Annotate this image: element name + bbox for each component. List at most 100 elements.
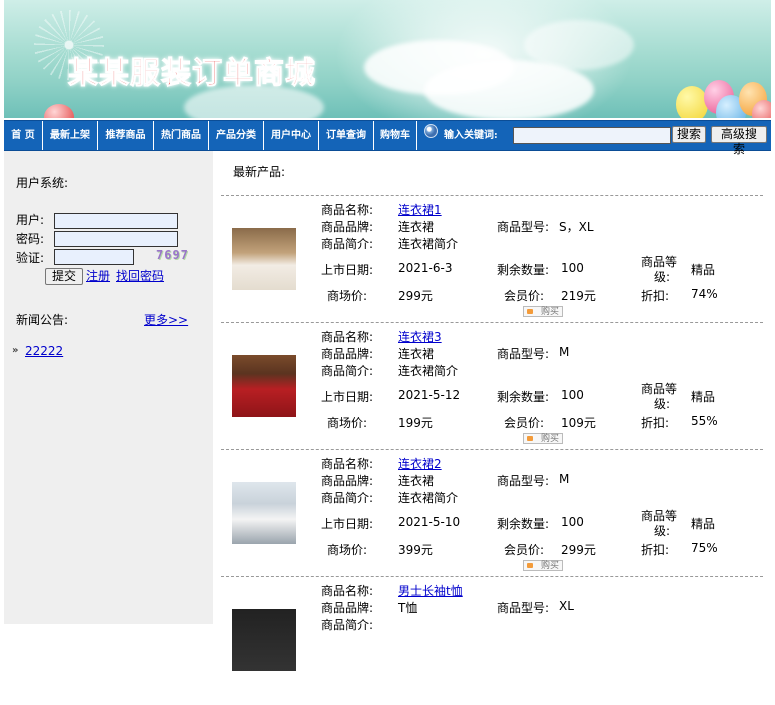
divider	[221, 195, 763, 196]
product-stock-label: 剩余数量:	[497, 517, 550, 531]
search-input[interactable]	[513, 127, 671, 144]
buy-button[interactable]: 购买	[523, 433, 563, 444]
product-name-label: 商品名称:	[321, 457, 374, 471]
product-item: 商品名称: 连衣裙3 商品品牌: 连衣裙 商品型号: M 商品简介: 连衣裙简介…	[221, 324, 763, 451]
product-model: XL	[559, 599, 574, 613]
product-brand: 连衣裙	[398, 347, 435, 361]
product-grade-label-line2: 级:	[654, 524, 671, 538]
divider	[221, 576, 763, 577]
product-grade: 精品	[691, 517, 716, 531]
market-price: 399元	[398, 543, 433, 557]
product-grade: 精品	[691, 390, 716, 404]
product-brand: 连衣裙	[398, 474, 435, 488]
member-price-label: 会员价:	[504, 289, 545, 303]
buy-button[interactable]: 购买	[523, 560, 563, 571]
nav-new-arrivals[interactable]: 最新上架	[43, 121, 98, 150]
nav-cart[interactable]: 购物车	[374, 121, 417, 150]
product-model-label: 商品型号:	[497, 220, 550, 234]
product-model-label: 商品型号:	[497, 347, 550, 361]
news-more-link[interactable]: 更多>>	[144, 311, 188, 328]
product-intro: 连衣裙简介	[398, 491, 459, 505]
product-grade-label-line2: 级:	[654, 397, 671, 411]
recover-password-link[interactable]: 找回密码	[116, 267, 164, 284]
market-price-label: 商场价:	[327, 416, 368, 430]
market-price-label: 商场价:	[327, 543, 368, 557]
banner-cloud	[524, 20, 634, 70]
discount: 75%	[691, 541, 718, 555]
captcha-image[interactable]: 7697	[156, 248, 189, 262]
news-title: 新闻公告:	[16, 313, 69, 327]
product-name-link[interactable]: 连衣裙1	[398, 201, 442, 218]
password-field[interactable]	[54, 231, 178, 247]
product-name-label: 商品名称:	[321, 330, 374, 344]
product-grade-label-line2: 级:	[654, 270, 671, 284]
discount: 55%	[691, 414, 718, 428]
discount-label: 折扣:	[641, 543, 670, 557]
verify-label: 验证:	[16, 251, 45, 265]
search-button[interactable]: 搜索	[672, 126, 706, 143]
product-date: 2021-5-10	[398, 515, 461, 529]
product-image[interactable]	[232, 355, 296, 417]
product-name-label: 商品名称:	[321, 584, 374, 598]
product-name-link[interactable]: 男士长袖t恤	[398, 582, 463, 599]
nav-user-center[interactable]: 用户中心	[264, 121, 319, 150]
register-link[interactable]: 注册	[86, 267, 110, 284]
news-bullet-icon: »	[12, 345, 19, 356]
product-date: 2021-6-3	[398, 261, 453, 275]
member-price: 299元	[561, 543, 596, 557]
user-system-title: 用户系统:	[16, 176, 69, 190]
balloon-decoration	[44, 104, 74, 118]
search-label: 输入关键词:	[444, 130, 498, 141]
product-stock: 100	[561, 388, 584, 402]
product-brand-label: 商品品牌:	[321, 220, 374, 234]
member-price-label: 会员价:	[504, 416, 545, 430]
product-name-link[interactable]: 连衣裙2	[398, 455, 442, 472]
verify-field[interactable]	[54, 249, 134, 265]
sidebar: 用户系统: 用户: 密码: 验证: 7697 提交 注册 找回密码 新闻公告: …	[4, 151, 213, 624]
discount-label: 折扣:	[641, 416, 670, 430]
main-nav: 首 页 最新上架 推荐商品 热门商品 产品分类 用户中心 订单查询 购物车 输入…	[4, 120, 771, 156]
product-item: 商品名称: 连衣裙2 商品品牌: 连衣裙 商品型号: M 商品简介: 连衣裙简介…	[221, 451, 763, 578]
advanced-search-button[interactable]: 高级搜索	[711, 126, 767, 156]
product-image[interactable]	[232, 609, 296, 671]
product-brand-label: 商品品牌:	[321, 347, 374, 361]
product-date-label: 上市日期:	[321, 517, 374, 531]
username-field[interactable]	[54, 213, 178, 229]
product-item: 商品名称: 男士长袖t恤 商品品牌: T恤 商品型号: XL 商品简介: 上市日…	[221, 578, 763, 705]
product-brand: 连衣裙	[398, 220, 435, 234]
page: 某某服装订单商城 首 页 最新上架 推荐商品 热门商品 产品分类 用户中心 订单…	[0, 0, 775, 671]
product-date-label: 上市日期:	[321, 263, 374, 277]
search-icon	[424, 124, 438, 138]
password-label: 密码:	[16, 232, 45, 246]
nav-order-query[interactable]: 订单查询	[319, 121, 374, 150]
product-intro-label: 商品简介:	[321, 237, 374, 251]
product-brand: T恤	[398, 601, 418, 615]
buy-button[interactable]: 购买	[523, 306, 563, 317]
product-name-link[interactable]: 连衣裙3	[398, 328, 442, 345]
product-image[interactable]	[232, 482, 296, 544]
product-stock-label: 剩余数量:	[497, 263, 550, 277]
nav-recommended[interactable]: 推荐商品	[98, 121, 154, 150]
discount: 74%	[691, 287, 718, 301]
product-intro-label: 商品简介:	[321, 364, 374, 378]
product-model-label: 商品型号:	[497, 474, 550, 488]
product-stock: 100	[561, 515, 584, 529]
header-banner: 某某服装订单商城	[4, 0, 771, 118]
member-price-label: 会员价:	[504, 543, 545, 557]
product-model: S，XL	[559, 220, 594, 234]
nav-home[interactable]: 首 页	[4, 121, 43, 150]
market-price-label: 商场价:	[327, 289, 368, 303]
market-price: 299元	[398, 289, 433, 303]
nav-hot[interactable]: 热门商品	[154, 121, 209, 150]
username-label: 用户:	[16, 213, 45, 227]
submit-button[interactable]: 提交	[45, 268, 83, 285]
product-date-label: 上市日期:	[321, 390, 374, 404]
product-intro: 连衣裙简介	[398, 237, 459, 251]
product-image[interactable]	[232, 228, 296, 290]
discount-label: 折扣:	[641, 289, 670, 303]
market-price: 199元	[398, 416, 433, 430]
product-grade: 精品	[691, 263, 716, 277]
product-name-label: 商品名称:	[321, 203, 374, 217]
news-item-link[interactable]: 22222	[25, 344, 63, 358]
nav-categories[interactable]: 产品分类	[209, 121, 264, 150]
